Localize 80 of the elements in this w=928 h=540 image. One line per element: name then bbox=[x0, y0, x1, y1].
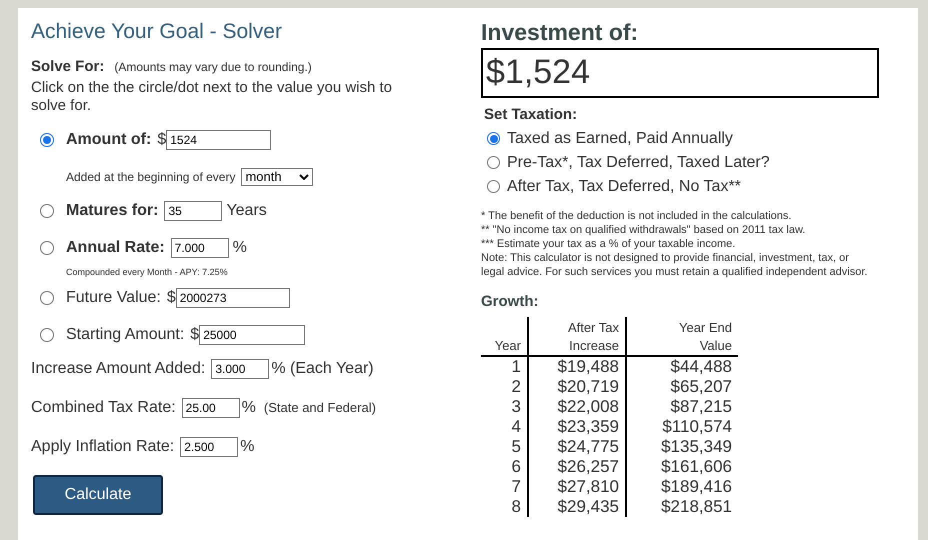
table-cell: $22,008 bbox=[528, 397, 626, 417]
input-field[interactable]: 7.000 bbox=[170, 238, 229, 258]
radio-button[interactable] bbox=[487, 132, 500, 145]
radio-button[interactable] bbox=[487, 180, 500, 193]
unit-label: % bbox=[242, 398, 256, 418]
investment-amount: $1,524 bbox=[481, 48, 879, 98]
option-label: Amount of: bbox=[66, 130, 152, 150]
taxation-option: Pre-Tax*, Tax Deferred, Taxed Later? bbox=[507, 152, 770, 172]
input-field[interactable]: 2000273 bbox=[176, 288, 290, 308]
taxation-option: Taxed as Earned, Paid Annually bbox=[507, 128, 733, 148]
radio-button[interactable] bbox=[40, 204, 54, 218]
growth-heading: Growth: bbox=[481, 292, 540, 312]
instructions: Click on the the circle/dot next to the value you wish to solve for. bbox=[31, 78, 394, 114]
footnote: Note: This calculator is not designed to provide financial, investment, tax, or legal advice. For such services you must retain a qualified independent advisor. bbox=[481, 250, 868, 278]
radio-button[interactable] bbox=[40, 328, 54, 342]
footnote: * The benefit of the deduction is not included in the calculations. bbox=[481, 208, 792, 222]
radio-button[interactable] bbox=[40, 291, 54, 305]
table-cell: 4 bbox=[481, 417, 528, 437]
footnote: ** "No income tax on qualified withdrawals" based on 2011 tax law. bbox=[481, 222, 806, 236]
unit-label: % (Each Year) bbox=[271, 359, 374, 379]
table-cell: $135,349 bbox=[626, 437, 738, 457]
table-cell: $65,207 bbox=[626, 377, 738, 397]
input-field[interactable]: 25000 bbox=[199, 325, 306, 345]
currency-sign: $ bbox=[157, 130, 166, 150]
unit-label: % bbox=[240, 437, 254, 457]
table-cell: $218,851 bbox=[626, 497, 738, 517]
unit-label: Years bbox=[226, 200, 267, 220]
field-label: Combined Tax Rate: bbox=[31, 398, 176, 418]
table-cell: $44,488 bbox=[626, 356, 738, 377]
input-field[interactable]: 2.500 bbox=[180, 437, 238, 457]
currency-sign: $ bbox=[190, 325, 200, 345]
field-label: Increase Amount Added: bbox=[31, 359, 206, 379]
input-field[interactable]: 35 bbox=[164, 200, 222, 220]
frequency-dropdown[interactable]: month bbox=[241, 168, 314, 186]
option-label: Starting Amount: bbox=[66, 325, 184, 345]
calculate-button[interactable]: Calculate bbox=[33, 475, 163, 515]
radio-button[interactable] bbox=[40, 240, 54, 254]
frequency-label: Added at the beginning of every bbox=[66, 168, 236, 186]
solve-for-label: Solve For: bbox=[31, 57, 104, 77]
table-cell: $161,606 bbox=[626, 457, 738, 477]
table-cell: $189,416 bbox=[626, 477, 738, 497]
unit-label: % bbox=[232, 238, 247, 258]
input-field[interactable]: 1524 bbox=[166, 130, 272, 150]
radio-button[interactable] bbox=[40, 132, 54, 146]
table-cell: $19,488 bbox=[528, 356, 626, 377]
option-label: Future Value: bbox=[66, 288, 161, 308]
rounding-note: (Amounts may vary due to rounding.) bbox=[114, 59, 312, 76]
table-cell: $27,810 bbox=[528, 477, 626, 497]
table-cell: 2 bbox=[481, 377, 528, 397]
column-header: After Tax Increase bbox=[566, 319, 619, 355]
field-label: Apply Inflation Rate: bbox=[31, 437, 174, 457]
currency-sign: $ bbox=[166, 288, 176, 308]
table-cell: 3 bbox=[481, 397, 528, 417]
table-cell: 6 bbox=[481, 457, 528, 477]
table-cell: $20,719 bbox=[528, 377, 626, 397]
taxation-heading: Set Taxation: bbox=[484, 105, 578, 125]
tax-note: (State and Federal) bbox=[264, 399, 376, 418]
taxation-option: After Tax, Tax Deferred, No Tax** bbox=[507, 176, 741, 196]
table-cell: $26,257 bbox=[528, 457, 626, 477]
table-cell: $23,359 bbox=[528, 417, 626, 437]
table-cell: $87,215 bbox=[626, 397, 738, 417]
investment-heading: Investment of: bbox=[481, 18, 640, 46]
table-cell: $24,775 bbox=[528, 437, 626, 457]
table-cell: 5 bbox=[481, 437, 528, 457]
solver-title: Achieve Your Goal - Solver bbox=[31, 19, 283, 45]
option-label: Annual Rate: bbox=[66, 238, 165, 258]
footnote: *** Estimate your tax as a % of your taxable income. bbox=[481, 236, 736, 250]
column-header: Year End Value bbox=[678, 319, 732, 355]
radio-button[interactable] bbox=[487, 156, 500, 169]
table-cell: $29,435 bbox=[528, 497, 626, 517]
table-cell: 8 bbox=[481, 497, 528, 517]
input-field[interactable]: 25.00 bbox=[182, 398, 240, 418]
option-label: Matures for: bbox=[66, 200, 158, 220]
table-cell: 7 bbox=[481, 477, 528, 497]
chevron-down-icon bbox=[299, 174, 310, 180]
apy-note: Compounded every Month - APY: 7.25% bbox=[65, 266, 229, 279]
table-cell: 1 bbox=[481, 356, 528, 377]
input-field[interactable]: 3.000 bbox=[211, 359, 270, 379]
column-header: Year bbox=[494, 337, 521, 355]
table-cell: $110,574 bbox=[626, 417, 738, 437]
